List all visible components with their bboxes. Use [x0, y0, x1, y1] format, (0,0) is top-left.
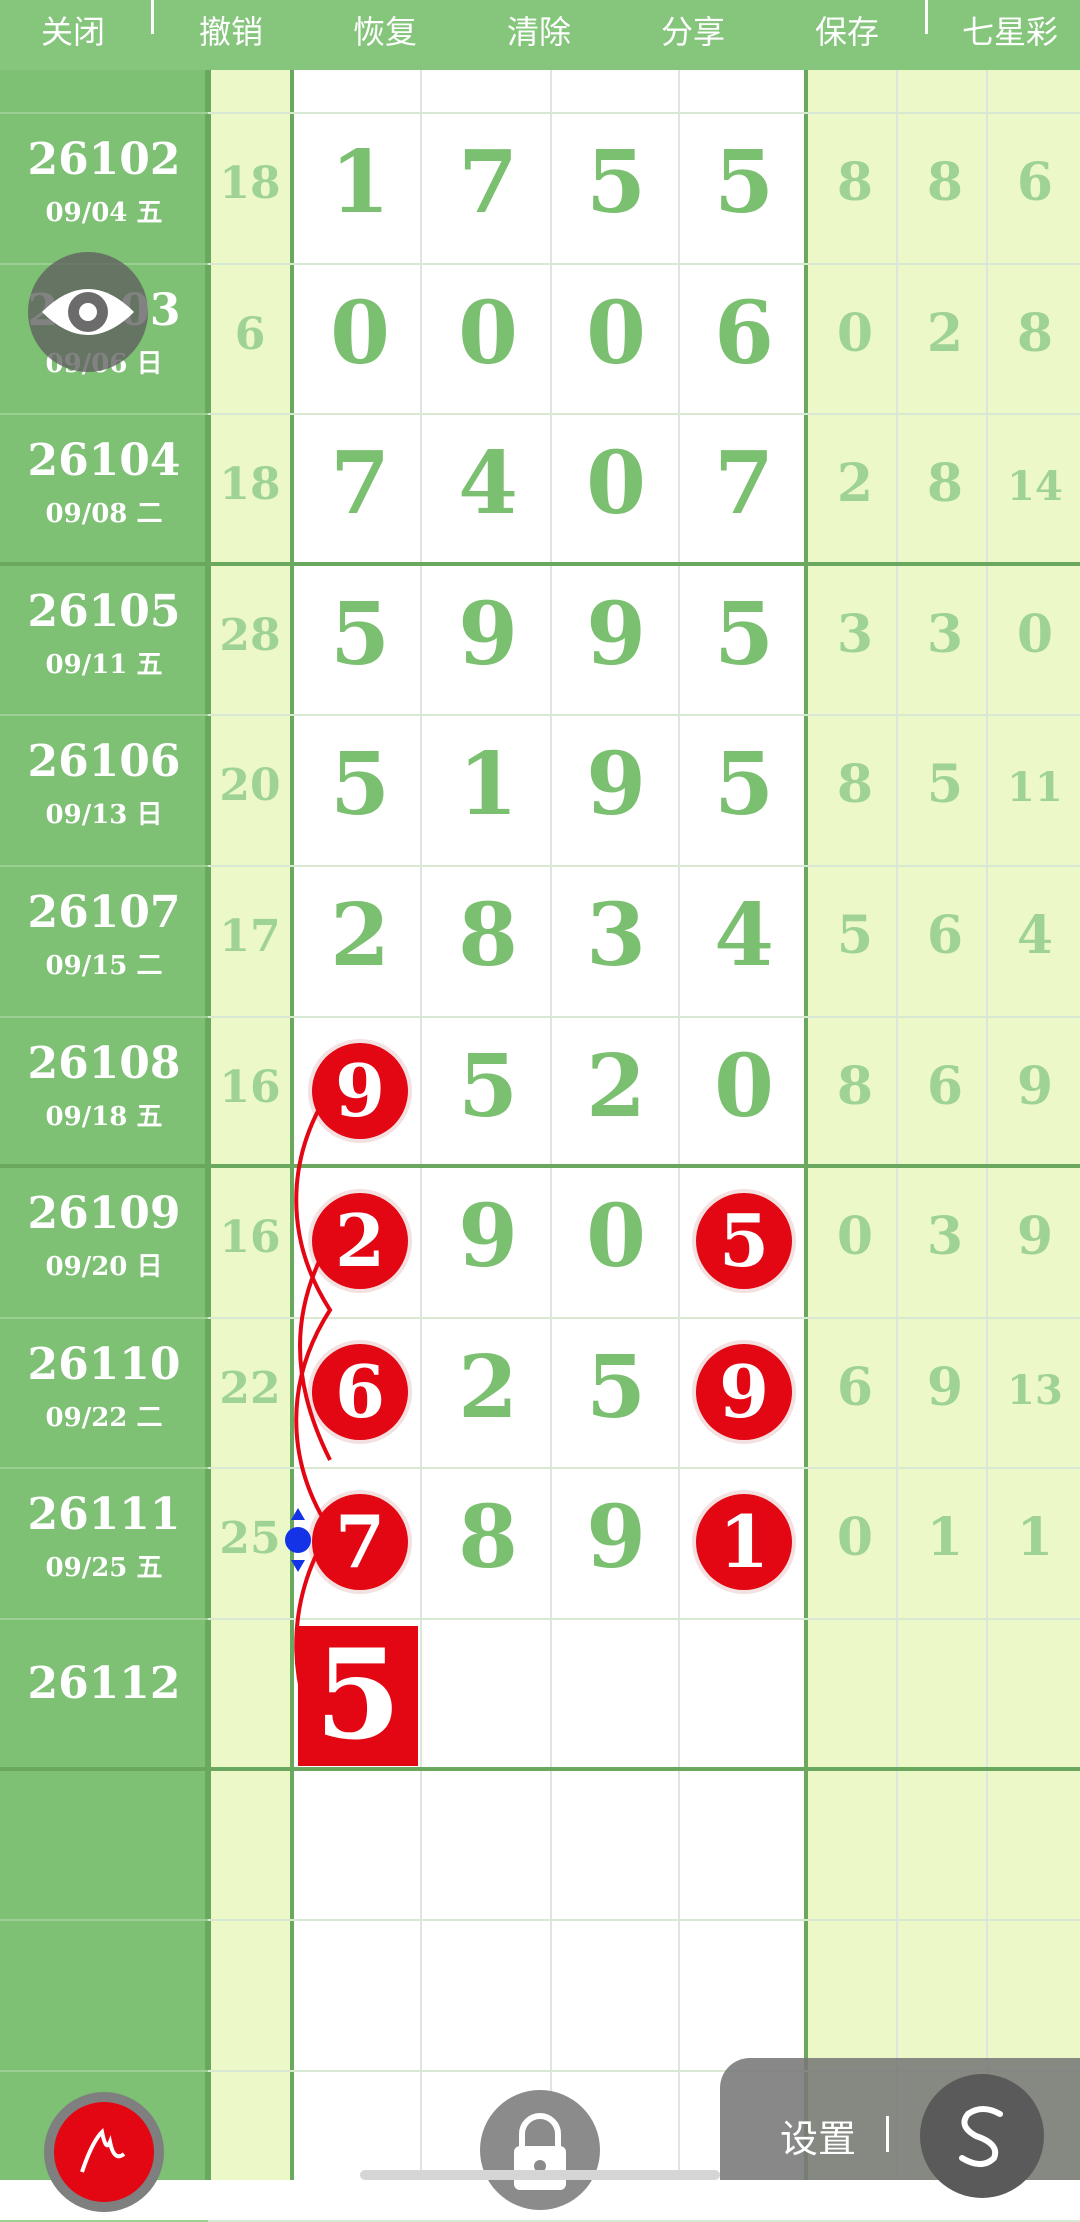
top-toolbar: 关闭 撤销 恢复 清除 分享 保存 七星彩 [0, 0, 1080, 70]
toolbar-divider [925, 0, 928, 34]
pen-icon [54, 2102, 154, 2202]
settings-button[interactable]: 设置 [780, 2108, 856, 2163]
share-button[interactable]: 分享 [638, 0, 748, 64]
settings-divider [886, 2116, 889, 2152]
eye-icon [42, 289, 134, 335]
visibility-toggle-button[interactable] [28, 252, 148, 372]
s-icon [959, 2106, 1003, 2167]
pen-tool-button[interactable] [44, 2092, 164, 2212]
horizontal-scrollbar[interactable] [360, 2170, 720, 2180]
lock-icon [514, 2113, 566, 2190]
trend-curve [285, 1088, 333, 1762]
lottery-type-button[interactable]: 七星彩 [945, 0, 1075, 64]
lock-button[interactable] [480, 2090, 600, 2210]
toolbar-divider [151, 0, 154, 34]
redo-button[interactable]: 恢复 [330, 0, 440, 64]
save-button[interactable]: 保存 [792, 0, 902, 64]
clear-button[interactable]: 清除 [484, 0, 594, 64]
undo-button[interactable]: 撤销 [176, 0, 286, 64]
menu-s-button[interactable] [920, 2074, 1044, 2198]
close-button[interactable]: 关闭 [18, 0, 128, 64]
